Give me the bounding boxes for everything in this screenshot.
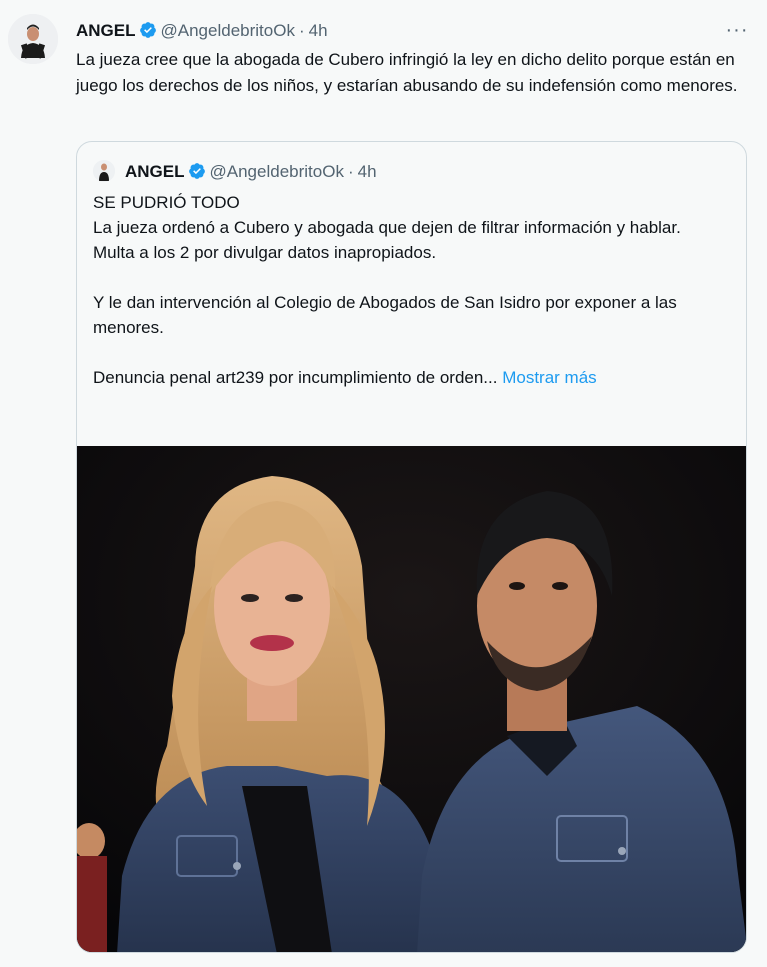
more-dots-icon[interactable]: ··· [722, 16, 752, 44]
quoted-verified-badge-icon [188, 163, 205, 179]
quoted-author-name: ANGEL [125, 162, 185, 181]
quoted-avatar-image [93, 160, 115, 182]
verified-badge-icon [139, 22, 156, 38]
quoted-text: SE PUDRIÓ TODO La jueza ordenó a Cubero … [93, 190, 733, 390]
separator-dot: · [298, 21, 305, 40]
quoted-header: ANGEL @AngeldebritoOk · 4h [125, 160, 377, 184]
avatar-image [8, 14, 58, 64]
quoted-tweet[interactable]: ANGEL @AngeldebritoOk · 4h SE PUDRIÓ TODO L… [76, 141, 747, 953]
show-more-link[interactable]: Mostrar más [502, 368, 596, 387]
avatar[interactable] [8, 14, 58, 64]
tweet-text: La jueza cree que la abogada de Cubero i… [76, 50, 738, 95]
quoted-avatar [93, 160, 115, 182]
quoted-author-handle: @AngeldebritoOk [209, 162, 344, 181]
tweet-header: ANGEL @AngeldebritoOk · 4h [76, 19, 328, 43]
author-handle[interactable]: @AngeldebritoOk [161, 21, 295, 40]
timestamp[interactable]: 4h [309, 21, 328, 40]
quoted-body: SE PUDRIÓ TODO La jueza ordenó a Cubero … [93, 193, 681, 387]
quoted-separator-dot: · [347, 162, 354, 181]
photo-image [77, 446, 746, 952]
author-name[interactable]: ANGEL [76, 21, 136, 40]
tweet[interactable]: ANGEL @AngeldebritoOk · 4h ··· La jueza cre… [0, 0, 767, 967]
quoted-photo[interactable] [77, 446, 746, 952]
quoted-timestamp: 4h [357, 162, 377, 181]
